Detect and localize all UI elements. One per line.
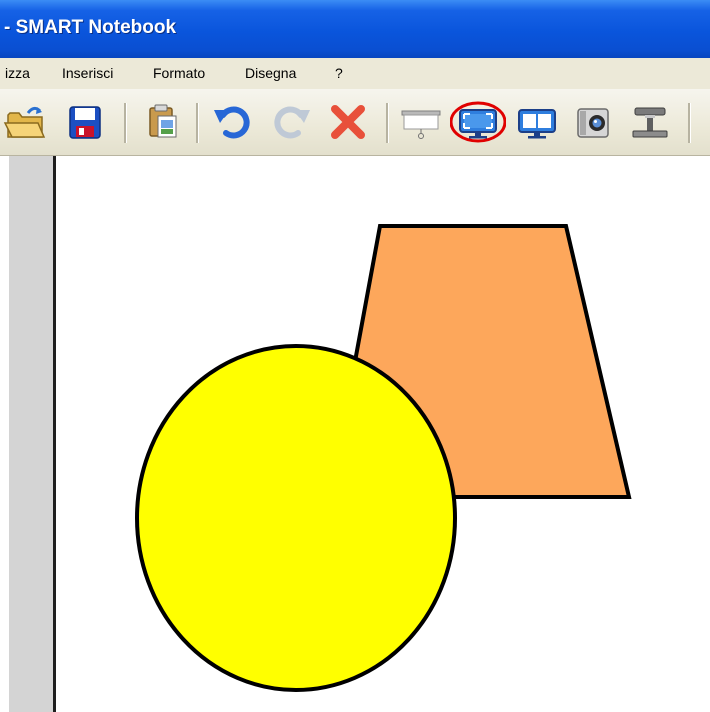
menu-bar: izza Inserisci Formato Disegna ? bbox=[0, 58, 710, 89]
toolbar-separator bbox=[196, 103, 199, 143]
menu-item-inserisci[interactable]: Inserisci bbox=[62, 65, 113, 81]
save-icon bbox=[69, 106, 101, 139]
dual-page-icon bbox=[518, 109, 556, 139]
redo-button[interactable] bbox=[268, 101, 314, 143]
screen-capture-button[interactable] bbox=[570, 101, 616, 143]
yellow-circle-shape[interactable] bbox=[135, 344, 457, 692]
window-title: - SMART Notebook bbox=[4, 17, 177, 38]
open-button[interactable] bbox=[2, 101, 48, 143]
save-button[interactable] bbox=[62, 101, 108, 143]
document-camera-button[interactable] bbox=[627, 101, 673, 143]
screen-shade-icon bbox=[401, 110, 441, 139]
whiteboard-canvas[interactable] bbox=[59, 156, 710, 712]
menu-item-help[interactable]: ? bbox=[335, 65, 343, 81]
delete-icon bbox=[331, 105, 365, 139]
toolbar bbox=[0, 89, 710, 156]
title-bar: - SMART Notebook bbox=[0, 0, 710, 58]
undo-button[interactable] bbox=[210, 101, 256, 143]
redo-icon bbox=[274, 106, 310, 139]
canvas-drawing bbox=[135, 224, 632, 692]
full-screen-button[interactable] bbox=[450, 101, 506, 143]
toolbar-separator bbox=[688, 103, 691, 143]
full-screen-icon bbox=[450, 101, 506, 143]
menu-item-formato[interactable]: Formato bbox=[153, 65, 205, 81]
document-camera-icon bbox=[632, 107, 668, 138]
paste-icon bbox=[149, 104, 177, 138]
side-panel-edge bbox=[0, 156, 9, 712]
toolbar-separator bbox=[124, 103, 127, 143]
undo-icon bbox=[214, 106, 250, 139]
open-folder-icon bbox=[3, 106, 46, 138]
menu-item-disegna[interactable]: Disegna bbox=[245, 65, 296, 81]
toolbar-separator bbox=[386, 103, 389, 143]
screen-capture-icon bbox=[577, 108, 609, 138]
dual-page-button[interactable] bbox=[514, 101, 560, 143]
delete-button[interactable] bbox=[325, 101, 371, 143]
paste-button[interactable] bbox=[140, 101, 186, 143]
menu-item-visualizza[interactable]: izza bbox=[5, 65, 30, 81]
side-panel bbox=[0, 156, 56, 712]
screen-shade-button[interactable] bbox=[398, 101, 444, 143]
